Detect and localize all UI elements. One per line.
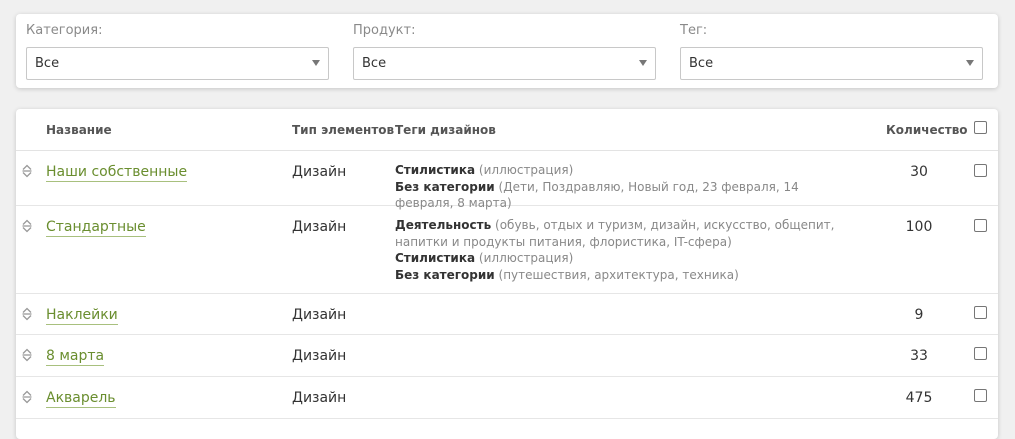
element-type: Дизайн <box>292 164 347 180</box>
table-header: Название Тип элементов Теги дизайнов Кол… <box>16 109 998 151</box>
collection-name-link[interactable]: 8 марта <box>46 348 105 366</box>
quantity: 33 <box>910 348 928 364</box>
row-checkbox[interactable] <box>974 164 987 177</box>
quantity: 100 <box>905 219 933 235</box>
tag-group-values: (путешествия, архитектура, техника) <box>498 267 739 282</box>
design-tags: Деятельность (обувь, отдых и туризм, диз… <box>395 217 845 283</box>
table-row: Наклейки Дизайн 9 <box>16 294 998 335</box>
tag-group: Без категории (путешествия, архитектура,… <box>395 267 845 284</box>
sort-handle-icon[interactable] <box>21 219 33 233</box>
row-checkbox[interactable] <box>974 219 987 232</box>
tag-group-key: Стилистика <box>395 251 476 265</box>
category-filter-label: Категория: <box>26 23 103 38</box>
tag-group-key: Деятельность <box>395 218 492 232</box>
tag-group: Стилистика (иллюстрация) <box>395 162 845 179</box>
design-tags: Стилистика (иллюстрация) Без категории (… <box>395 162 845 212</box>
quantity: 475 <box>905 390 933 406</box>
row-checkbox[interactable] <box>974 389 987 402</box>
tag-group-values: (иллюстрация) <box>478 163 574 177</box>
row-checkbox[interactable] <box>974 306 987 319</box>
tag-group-key: Без категории <box>395 267 495 282</box>
product-select-value: Все <box>362 56 387 71</box>
table-row: Наши собственные Дизайн Стилистика (иллю… <box>16 151 998 210</box>
collection-name-link[interactable]: Стандартные <box>46 219 146 237</box>
element-type: Дизайн <box>292 348 347 364</box>
category-select-value: Все <box>35 56 60 71</box>
row-checkbox[interactable] <box>974 347 987 360</box>
caret-down-icon <box>639 60 647 66</box>
element-type: Дизайн <box>292 307 347 323</box>
table-row: Акварель Дизайн 475 <box>16 377 998 419</box>
sort-handle-icon[interactable] <box>21 307 33 321</box>
tag-select-value: Все <box>689 56 714 71</box>
column-header-tags[interactable]: Теги дизайнов <box>395 123 496 137</box>
table-row: 8 марта Дизайн 33 <box>16 335 998 377</box>
element-type: Дизайн <box>292 219 347 235</box>
column-header-name[interactable]: Название <box>46 123 112 137</box>
tag-group: Стилистика (иллюстрация) <box>395 250 845 267</box>
sort-handle-icon[interactable] <box>21 164 33 178</box>
tag-select[interactable]: Все <box>680 47 983 80</box>
quantity: 9 <box>914 307 924 323</box>
collection-name-link[interactable]: Акварель <box>46 390 116 408</box>
column-header-type[interactable]: Тип элементов <box>292 123 394 137</box>
tag-group-key: Стилистика <box>395 163 476 177</box>
tag-group-values: (иллюстрация) <box>478 251 574 265</box>
element-type: Дизайн <box>292 390 347 406</box>
sort-handle-icon[interactable] <box>21 390 33 404</box>
collection-name-link[interactable]: Наши собственные <box>46 164 188 182</box>
product-filter-label: Продукт: <box>353 23 416 38</box>
quantity: 30 <box>910 164 928 180</box>
tag-group-key: Без категории <box>395 179 495 194</box>
tag-filter-label: Тег: <box>680 23 708 38</box>
collections-table: Название Тип элементов Теги дизайнов Кол… <box>16 109 998 439</box>
caret-down-icon <box>312 60 320 66</box>
select-all-checkbox[interactable] <box>974 121 987 134</box>
category-select[interactable]: Все <box>26 47 329 80</box>
filter-panel: Категория: Все Продукт: Все Тег: Все <box>16 14 998 88</box>
column-header-qty[interactable]: Количество <box>886 123 968 137</box>
tag-group: Деятельность (обувь, отдых и туризм, диз… <box>395 217 845 250</box>
table-row: Стандартные Дизайн Деятельность (обувь, … <box>16 206 998 294</box>
sort-handle-icon[interactable] <box>21 348 33 362</box>
product-select[interactable]: Все <box>353 47 656 80</box>
collection-name-link[interactable]: Наклейки <box>46 307 118 325</box>
caret-down-icon <box>966 60 974 66</box>
